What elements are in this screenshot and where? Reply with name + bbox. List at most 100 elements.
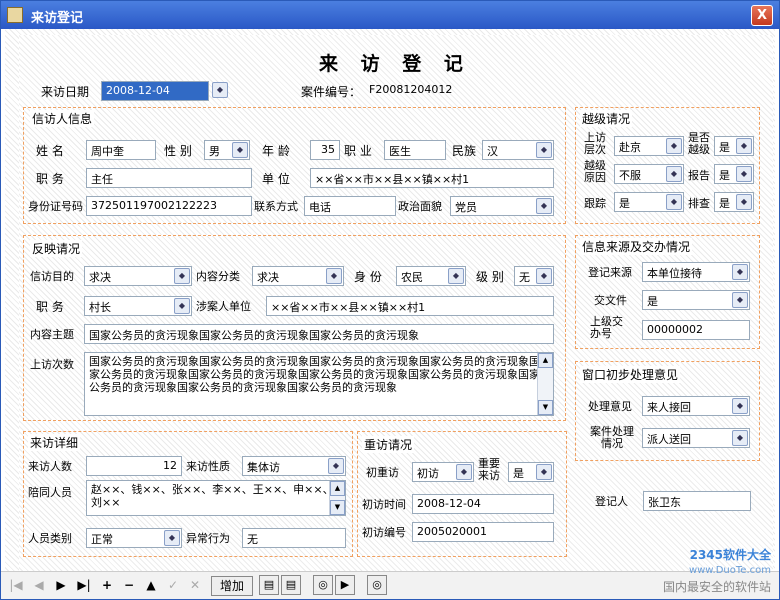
dropdown-icon[interactable]: ◆ bbox=[536, 464, 552, 480]
scroll-up-icon[interactable]: ▲ bbox=[538, 353, 553, 368]
report-select[interactable]: 是 ◆ bbox=[714, 164, 754, 184]
first-select[interactable]: 初访 ◆ bbox=[412, 462, 474, 482]
repeat-visit-group: 重访请况 初重访 初访 ◆ 重要来访 是 ◆ 初访时间 2008-12-04 初访编… bbox=[357, 431, 567, 557]
important-label: 重要来访 bbox=[478, 457, 500, 482]
watermark: 2345软件大全 www.DuoTe.com 国内最安全的软件站 bbox=[663, 547, 771, 595]
dropdown-icon[interactable]: ◆ bbox=[732, 292, 748, 308]
name-input[interactable]: 周中奎 bbox=[86, 140, 156, 160]
transfer-select[interactable]: 是 ◆ bbox=[642, 290, 750, 310]
find-icon[interactable]: ◎ bbox=[367, 575, 387, 595]
scrollbar[interactable]: ▲ ▼ bbox=[537, 353, 553, 415]
type-select[interactable]: 正常 ◆ bbox=[86, 528, 182, 548]
registrar-input[interactable]: 张卫东 bbox=[643, 491, 751, 511]
dropdown-icon[interactable]: ◆ bbox=[736, 166, 752, 182]
dropdown-icon[interactable]: ◆ bbox=[666, 194, 682, 210]
add-button[interactable]: 增加 bbox=[211, 576, 253, 596]
scroll-down-icon[interactable]: ▼ bbox=[330, 500, 345, 515]
position-input[interactable]: 主任 bbox=[86, 168, 252, 188]
political-label: 政治面貌 bbox=[398, 200, 442, 213]
purpose-select[interactable]: 求决 ◆ bbox=[84, 266, 192, 286]
dropdown-icon[interactable]: ◆ bbox=[328, 458, 344, 474]
dropdown-icon[interactable]: ◆ bbox=[732, 430, 748, 446]
dropdown-icon[interactable]: ◆ bbox=[232, 142, 248, 158]
edit-record-button[interactable]: ▲ bbox=[143, 576, 159, 596]
dropdown-icon[interactable]: ◆ bbox=[732, 264, 748, 280]
involved-unit-input[interactable]: ××省××市××县××镇××村1 bbox=[266, 296, 554, 316]
dropdown-icon[interactable]: ◆ bbox=[666, 166, 682, 182]
age-input[interactable]: 35 bbox=[310, 140, 340, 160]
abnormal-label: 异常行为 bbox=[186, 532, 230, 545]
scrollbar[interactable]: ▲ ▼ bbox=[329, 481, 345, 515]
visit-level-select[interactable]: 赴京 ◆ bbox=[614, 136, 684, 156]
duty-select[interactable]: 村长 ◆ bbox=[84, 296, 192, 316]
follow-select[interactable]: 是 ◆ bbox=[614, 192, 684, 212]
dropdown-icon[interactable]: ◆ bbox=[174, 298, 190, 314]
dropdown-icon[interactable]: ◆ bbox=[174, 268, 190, 284]
next-record-button[interactable]: ▶ bbox=[53, 576, 69, 596]
close-button[interactable]: X bbox=[751, 5, 773, 26]
dropdown-icon[interactable]: ◆ bbox=[732, 398, 748, 414]
title-bar: 来访登记 X bbox=[1, 1, 779, 29]
identity-select[interactable]: 农民 ◆ bbox=[396, 266, 466, 286]
cancel-edit-button[interactable]: ✕ bbox=[187, 576, 203, 596]
case-no-label: 案件编号： bbox=[301, 85, 362, 99]
dropdown-icon[interactable]: ◆ bbox=[326, 268, 342, 284]
scroll-down-icon[interactable]: ▼ bbox=[538, 400, 553, 415]
dropdown-icon[interactable]: ◆ bbox=[164, 530, 180, 546]
ethnic-select[interactable]: 汉 ◆ bbox=[482, 140, 554, 160]
important-select[interactable]: 是 ◆ bbox=[508, 462, 554, 482]
reason-select[interactable]: 不服 ◆ bbox=[614, 164, 684, 184]
id-input[interactable]: 372501197002122223 bbox=[86, 196, 252, 216]
scroll-up-icon[interactable]: ▲ bbox=[330, 481, 345, 496]
print-preview-icon[interactable]: ▤ bbox=[281, 575, 301, 595]
play-icon[interactable]: ▶ bbox=[335, 575, 355, 595]
dropdown-icon[interactable]: ◆ bbox=[456, 464, 472, 480]
purpose-label: 信访目的 bbox=[30, 270, 74, 283]
check-select[interactable]: 是 ◆ bbox=[714, 192, 754, 212]
search-icon[interactable]: ◎ bbox=[313, 575, 333, 595]
political-select[interactable]: 党员 ◆ bbox=[450, 196, 554, 216]
dropdown-icon[interactable]: ◆ bbox=[736, 138, 752, 154]
accomp-textarea[interactable]: 赵××、钱××、张××、李××、王××、申××、刘×× ▲ ▼ bbox=[86, 480, 346, 516]
dropdown-icon[interactable]: ◆ bbox=[448, 268, 464, 284]
nature-select[interactable]: 集体访 ◆ bbox=[242, 456, 346, 476]
prev-record-button[interactable]: ◀ bbox=[31, 576, 47, 596]
last-record-button[interactable]: ▶| bbox=[75, 576, 93, 596]
case-handling-select[interactable]: 派人送回 ◆ bbox=[642, 428, 750, 448]
unit-input[interactable]: ××省××市××县××镇××村1 bbox=[310, 168, 554, 188]
reg-source-select[interactable]: 本单位接待 ◆ bbox=[642, 262, 750, 282]
opinion-select[interactable]: 来人接回 ◆ bbox=[642, 396, 750, 416]
count-input[interactable]: 12 bbox=[86, 456, 182, 476]
over-level-title: 越级请况 bbox=[580, 110, 633, 127]
source-group-title: 信息来源及交办情况 bbox=[580, 238, 693, 255]
unit-label: 单 位 bbox=[262, 172, 290, 186]
rank-select[interactable]: 无 ◆ bbox=[514, 266, 554, 286]
delete-record-button[interactable]: − bbox=[121, 576, 137, 596]
times-textarea[interactable]: 国家公务员的贪污现象国家公务员的贪污现象国家公务员的贪污现象国家公务员的贪污现象… bbox=[84, 352, 554, 416]
upper-no-input[interactable]: 00000002 bbox=[642, 320, 750, 340]
print-icon[interactable]: ▤ bbox=[259, 575, 279, 595]
reg-source-value: 本单位接待 bbox=[647, 267, 702, 280]
occupation-input[interactable]: 医生 bbox=[384, 140, 446, 160]
first-no-input[interactable]: 2005020001 bbox=[412, 522, 554, 542]
dropdown-icon[interactable]: ◆ bbox=[536, 268, 552, 284]
first-record-button[interactable]: |◀ bbox=[7, 576, 25, 596]
first-time-input[interactable]: 2008-12-04 bbox=[412, 494, 554, 514]
abnormal-input[interactable]: 无 bbox=[242, 528, 346, 548]
visit-date-input[interactable]: 2008-12-04 bbox=[101, 81, 209, 101]
gender-select[interactable]: 男 ◆ bbox=[204, 140, 250, 160]
post-record-button[interactable]: ✓ bbox=[165, 576, 181, 596]
name-label: 姓 名 bbox=[36, 144, 64, 158]
dropdown-icon[interactable]: ◆ bbox=[666, 138, 682, 154]
form-title: 来 访 登 记 bbox=[319, 53, 471, 75]
dropdown-icon[interactable]: ◆ bbox=[736, 194, 752, 210]
is-over-select[interactable]: 是 ◆ bbox=[714, 136, 754, 156]
date-picker-icon[interactable]: ◆ bbox=[212, 82, 228, 98]
category-select[interactable]: 求决 ◆ bbox=[252, 266, 344, 286]
insert-record-button[interactable]: + bbox=[99, 576, 115, 596]
visit-date-picker[interactable]: ◆ bbox=[209, 81, 229, 101]
dropdown-icon[interactable]: ◆ bbox=[536, 198, 552, 214]
contact-input[interactable]: 电话 bbox=[304, 196, 396, 216]
dropdown-icon[interactable]: ◆ bbox=[536, 142, 552, 158]
subject-input[interactable]: 国家公务员的贪污现象国家公务员的贪污现象国家公务员的贪污现象 bbox=[84, 324, 554, 344]
